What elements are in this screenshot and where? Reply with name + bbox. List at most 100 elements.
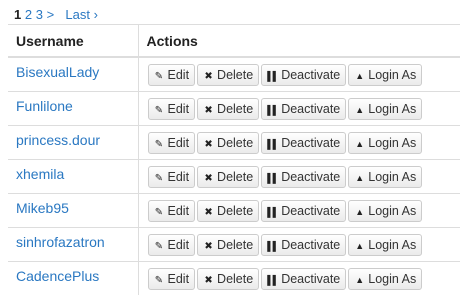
actions-cell: ✎Edit✖Delete▌▌Deactivate▲Login As — [138, 126, 460, 160]
login-as-button[interactable]: ▲Login As — [348, 166, 422, 188]
delete-label: Delete — [217, 68, 253, 82]
delete-button[interactable]: ✖Delete — [197, 234, 259, 256]
username-cell: CadencePlus — [8, 262, 138, 295]
pencil-icon: ✎ — [154, 237, 165, 257]
delete-label: Delete — [217, 204, 253, 218]
delete-label: Delete — [217, 102, 253, 116]
user-icon: ▲ — [354, 100, 365, 120]
edit-label: Edit — [168, 136, 190, 150]
pencil-icon: ✎ — [154, 169, 165, 189]
actions-cell: ✎Edit✖Delete▌▌Deactivate▲Login As — [138, 194, 460, 228]
delete-button[interactable]: ✖Delete — [197, 98, 259, 120]
username-link[interactable]: Funlilone — [16, 98, 73, 114]
username-link[interactable]: BisexualLady — [16, 64, 99, 80]
edit-label: Edit — [168, 68, 190, 82]
edit-button[interactable]: ✎Edit — [148, 234, 196, 256]
pause-icon: ▌▌ — [267, 236, 278, 256]
username-column-header: Username — [8, 25, 138, 58]
login-as-label: Login As — [368, 170, 416, 184]
username-link[interactable]: princess.dour — [16, 132, 100, 148]
edit-button[interactable]: ✎Edit — [148, 98, 196, 120]
login-as-button[interactable]: ▲Login As — [348, 200, 422, 222]
table-row: CadencePlus✎Edit✖Delete▌▌Deactivate▲Logi… — [8, 262, 460, 295]
delete-button[interactable]: ✖Delete — [197, 200, 259, 222]
pagination: 1 2 3 > Last › — [14, 6, 98, 24]
username-link[interactable]: CadencePlus — [16, 268, 99, 284]
login-as-label: Login As — [368, 204, 416, 218]
x-icon: ✖ — [203, 271, 214, 291]
pencil-icon: ✎ — [154, 67, 165, 87]
edit-label: Edit — [168, 204, 190, 218]
deactivate-button[interactable]: ▌▌Deactivate — [261, 98, 346, 120]
edit-button[interactable]: ✎Edit — [148, 166, 196, 188]
delete-label: Delete — [217, 238, 253, 252]
deactivate-button[interactable]: ▌▌Deactivate — [261, 234, 346, 256]
table-row: xhemila✎Edit✖Delete▌▌Deactivate▲Login As — [8, 160, 460, 194]
delete-button[interactable]: ✖Delete — [197, 132, 259, 154]
username-cell: Funlilone — [8, 92, 138, 126]
username-link[interactable]: sinhrofazatron — [16, 234, 105, 250]
page-link-3[interactable]: 3 — [36, 7, 43, 22]
table-row: princess.dour✎Edit✖Delete▌▌Deactivate▲Lo… — [8, 126, 460, 160]
edit-button[interactable]: ✎Edit — [148, 200, 196, 222]
login-as-button[interactable]: ▲Login As — [348, 268, 422, 290]
user-icon: ▲ — [354, 270, 365, 290]
login-as-button[interactable]: ▲Login As — [348, 132, 422, 154]
login-as-button[interactable]: ▲Login As — [348, 98, 422, 120]
edit-button[interactable]: ✎Edit — [148, 132, 196, 154]
x-icon: ✖ — [203, 237, 214, 257]
pause-icon: ▌▌ — [267, 202, 278, 222]
deactivate-label: Deactivate — [281, 68, 340, 82]
deactivate-button[interactable]: ▌▌Deactivate — [261, 132, 346, 154]
table-row: Mikeb95✎Edit✖Delete▌▌Deactivate▲Login As — [8, 194, 460, 228]
deactivate-label: Deactivate — [281, 136, 340, 150]
pause-icon: ▌▌ — [267, 168, 278, 188]
last-page-link[interactable]: Last › — [65, 7, 98, 22]
edit-label: Edit — [168, 102, 190, 116]
user-icon: ▲ — [354, 134, 365, 154]
username-link[interactable]: xhemila — [16, 166, 64, 182]
table-row: BisexualLady✎Edit✖Delete▌▌Deactivate▲Log… — [8, 57, 460, 92]
login-as-button[interactable]: ▲Login As — [348, 64, 422, 86]
edit-label: Edit — [168, 170, 190, 184]
deactivate-button[interactable]: ▌▌Deactivate — [261, 166, 346, 188]
login-as-label: Login As — [368, 272, 416, 286]
page-current: 1 — [14, 7, 21, 22]
username-cell: princess.dour — [8, 126, 138, 160]
login-as-label: Login As — [368, 68, 416, 82]
actions-cell: ✎Edit✖Delete▌▌Deactivate▲Login As — [138, 160, 460, 194]
edit-button[interactable]: ✎Edit — [148, 64, 196, 86]
username-cell: xhemila — [8, 160, 138, 194]
delete-button[interactable]: ✖Delete — [197, 166, 259, 188]
x-icon: ✖ — [203, 135, 214, 155]
users-table: Username Actions BisexualLady✎Edit✖Delet… — [8, 24, 460, 295]
next-page-link[interactable]: > — [47, 7, 55, 22]
page-link-2[interactable]: 2 — [25, 7, 32, 22]
x-icon: ✖ — [203, 203, 214, 223]
pause-icon: ▌▌ — [267, 270, 278, 290]
edit-button[interactable]: ✎Edit — [148, 268, 196, 290]
username-cell: BisexualLady — [8, 57, 138, 92]
deactivate-label: Deactivate — [281, 238, 340, 252]
login-as-label: Login As — [368, 136, 416, 150]
table-header-row: Username Actions — [8, 25, 460, 58]
username-cell: sinhrofazatron — [8, 228, 138, 262]
user-icon: ▲ — [354, 236, 365, 256]
actions-column-header: Actions — [138, 25, 460, 58]
login-as-button[interactable]: ▲Login As — [348, 234, 422, 256]
username-link[interactable]: Mikeb95 — [16, 200, 69, 216]
pencil-icon: ✎ — [154, 101, 165, 121]
deactivate-button[interactable]: ▌▌Deactivate — [261, 64, 346, 86]
delete-button[interactable]: ✖Delete — [197, 268, 259, 290]
x-icon: ✖ — [203, 67, 214, 87]
delete-button[interactable]: ✖Delete — [197, 64, 259, 86]
actions-cell: ✎Edit✖Delete▌▌Deactivate▲Login As — [138, 262, 460, 295]
actions-cell: ✎Edit✖Delete▌▌Deactivate▲Login As — [138, 228, 460, 262]
delete-label: Delete — [217, 136, 253, 150]
deactivate-button[interactable]: ▌▌Deactivate — [261, 268, 346, 290]
pencil-icon: ✎ — [154, 135, 165, 155]
deactivate-label: Deactivate — [281, 102, 340, 116]
edit-label: Edit — [168, 238, 190, 252]
deactivate-button[interactable]: ▌▌Deactivate — [261, 200, 346, 222]
x-icon: ✖ — [203, 169, 214, 189]
